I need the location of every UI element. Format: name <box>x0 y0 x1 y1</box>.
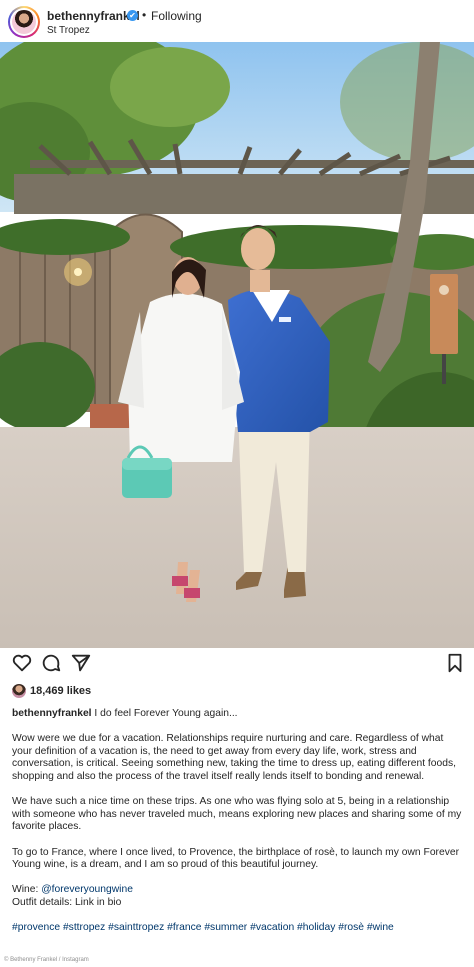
photo-illustration <box>0 42 474 648</box>
photo-credit: © Bethenny Frankel / Instagram <box>4 957 89 963</box>
heart-icon[interactable] <box>11 652 33 674</box>
caption-username[interactable]: bethennyfrankel <box>12 708 92 719</box>
post-header: bethennyfrankel ✔ • Following St Tropez <box>0 0 474 42</box>
bookmark-icon[interactable] <box>444 652 466 674</box>
wine-label: Wine: <box>12 884 42 896</box>
avatar-image <box>12 10 36 34</box>
caption-paragraph: To go to France, where I once lived, to … <box>12 846 459 871</box>
likes-count[interactable]: 18,469 likes <box>30 685 91 697</box>
caption-paragraph: We have such a nice time on these trips.… <box>12 796 462 833</box>
username-link[interactable]: bethennyfrankel <box>47 9 140 23</box>
liker-avatar[interactable] <box>12 684 26 698</box>
caption-headline: I do feel Forever Young again... <box>94 708 238 719</box>
separator-dot: • <box>142 8 147 22</box>
caption-headline-line: bethennyfrankel I do feel Forever Young … <box>12 708 464 721</box>
post-caption: bethennyfrankel I do feel Forever Young … <box>12 708 464 947</box>
share-icon[interactable] <box>70 652 92 674</box>
hashtags[interactable]: #provence #sttropez #sainttropez #france… <box>12 922 464 935</box>
avatar[interactable] <box>8 6 40 38</box>
location-link[interactable]: St Tropez <box>47 25 90 36</box>
post-photo[interactable] <box>0 42 474 648</box>
comment-icon[interactable] <box>40 652 62 674</box>
action-bar <box>0 652 474 676</box>
wine-handle-link[interactable]: @foreveryoungwine <box>41 884 133 895</box>
outfit-details: Outfit details: Link in bio <box>12 896 122 908</box>
following-button[interactable]: Following <box>151 9 202 23</box>
avatar-inner <box>10 8 38 36</box>
verified-badge-icon: ✔ <box>127 10 138 21</box>
caption-wine-outfit: Wine: @foreveryoungwine Outfit details: … <box>12 884 464 909</box>
caption-paragraph: Wow were we due for a vacation. Relation… <box>12 733 456 782</box>
